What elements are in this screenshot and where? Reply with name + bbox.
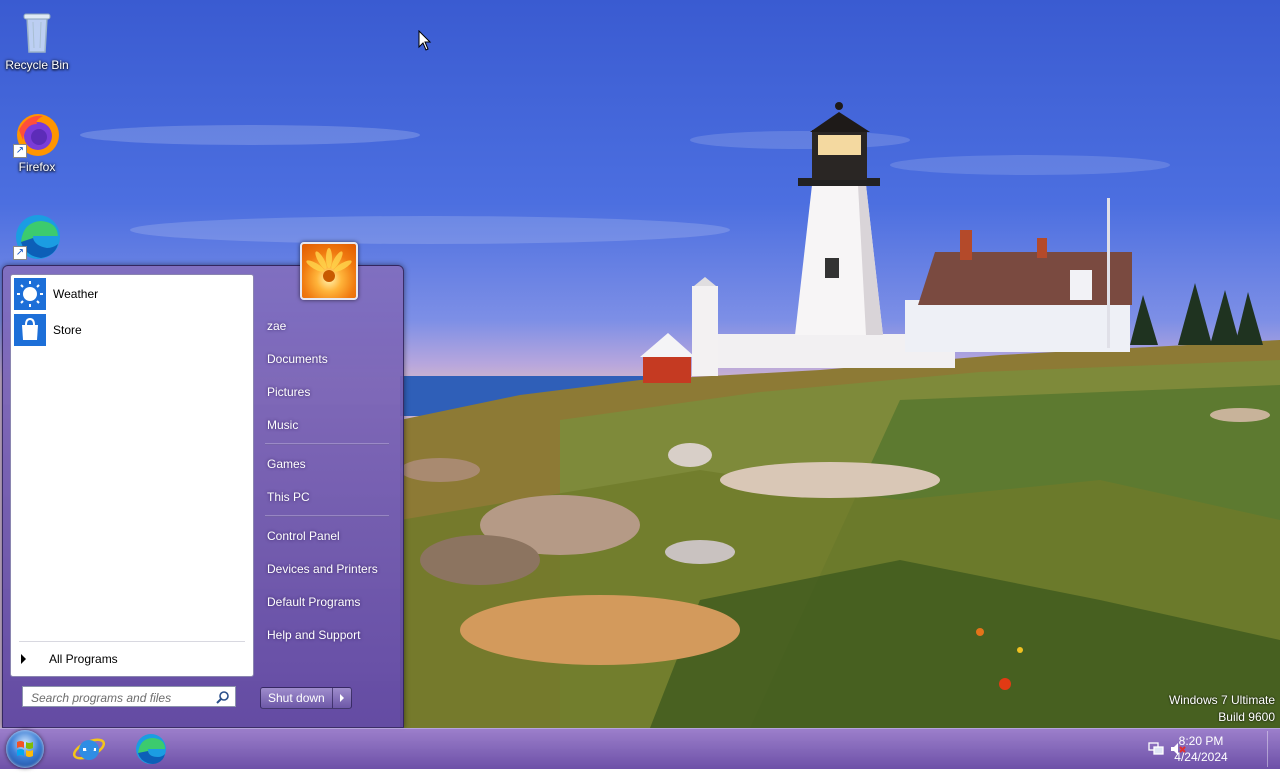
taskbar: 8:20 PM 4/24/2024 — [0, 728, 1280, 769]
start-item-default-programs[interactable]: Default Programs — [267, 595, 360, 609]
flower-icon — [306, 248, 352, 282]
all-programs-button[interactable]: All Programs — [21, 652, 118, 666]
start-item-this-pc[interactable]: This PC — [267, 490, 310, 504]
all-programs-label: All Programs — [49, 652, 118, 666]
clock-time: 8:20 PM — [1178, 734, 1224, 748]
start-item-music[interactable]: Music — [267, 418, 298, 432]
taskbar-internet-explorer[interactable] — [72, 732, 106, 766]
start-item-control-panel[interactable]: Control Panel — [267, 529, 340, 543]
start-item-user[interactable]: zae — [267, 319, 286, 333]
start-button[interactable] — [6, 730, 44, 768]
taskbar-edge[interactable] — [134, 732, 168, 766]
weather-icon — [14, 278, 46, 310]
edition-text: Windows 7 Ultimate — [1168, 693, 1275, 707]
desktop-icon-label: Recycle Bin — [5, 58, 69, 72]
desktop-icon-recycle-bin[interactable]: Recycle Bin — [0, 8, 74, 72]
search-box[interactable] — [22, 686, 236, 707]
start-menu: Weather Store All Programs Search progra… — [2, 242, 404, 728]
shutdown-button[interactable]: Shut down — [261, 688, 333, 708]
start-item-help-support[interactable]: Help and Support — [267, 628, 360, 642]
start-item-pictures[interactable]: Pictures — [267, 385, 310, 399]
clock[interactable]: 8:20 PM 4/24/2024 — [1166, 733, 1236, 765]
recycle-bin-icon — [13, 8, 61, 56]
edge-icon — [136, 734, 166, 764]
desktop-icon-edge[interactable]: ↗ — [0, 212, 74, 262]
store-icon — [14, 314, 46, 346]
edge-icon: ↗ — [13, 212, 61, 260]
chevron-right-icon — [21, 654, 26, 664]
separator — [265, 443, 389, 445]
shutdown-options-arrow-icon[interactable] — [333, 688, 351, 708]
user-avatar[interactable] — [300, 242, 358, 300]
show-desktop-button[interactable] — [1267, 731, 1280, 767]
start-item-games[interactable]: Games — [267, 457, 306, 471]
start-item-devices-printers[interactable]: Devices and Printers — [267, 562, 378, 576]
build-text: Build 9600 — [1218, 710, 1275, 724]
pinned-item-store[interactable]: Store — [14, 313, 250, 347]
windows-watermark: Windows 7 Ultimate Build 9600 — [1169, 692, 1275, 726]
windows-logo-icon — [17, 741, 33, 757]
shortcut-arrow-icon: ↗ — [13, 246, 27, 260]
pinned-item-label: Store — [53, 323, 82, 337]
firefox-icon: ↗ — [13, 110, 61, 158]
separator — [265, 515, 389, 517]
shortcut-arrow-icon: ↗ — [13, 144, 27, 158]
pinned-item-label: Weather — [53, 287, 99, 301]
search-icon[interactable] — [216, 690, 230, 704]
separator — [19, 641, 245, 642]
desktop-icon-firefox[interactable]: ↗ Firefox — [0, 110, 74, 174]
desktop-icon-label: Firefox — [18, 160, 56, 174]
programs-pane: Weather Store All Programs — [10, 274, 254, 677]
pinned-item-weather[interactable]: Weather — [14, 277, 250, 311]
start-item-documents[interactable]: Documents — [267, 352, 328, 366]
internet-explorer-icon — [72, 738, 106, 760]
clock-date: 4/24/2024 — [1174, 750, 1228, 764]
shutdown-button-group: Shut down — [260, 687, 352, 709]
mouse-cursor-icon — [418, 30, 432, 51]
network-icon[interactable] — [1148, 742, 1164, 756]
search-input[interactable] — [29, 689, 213, 706]
